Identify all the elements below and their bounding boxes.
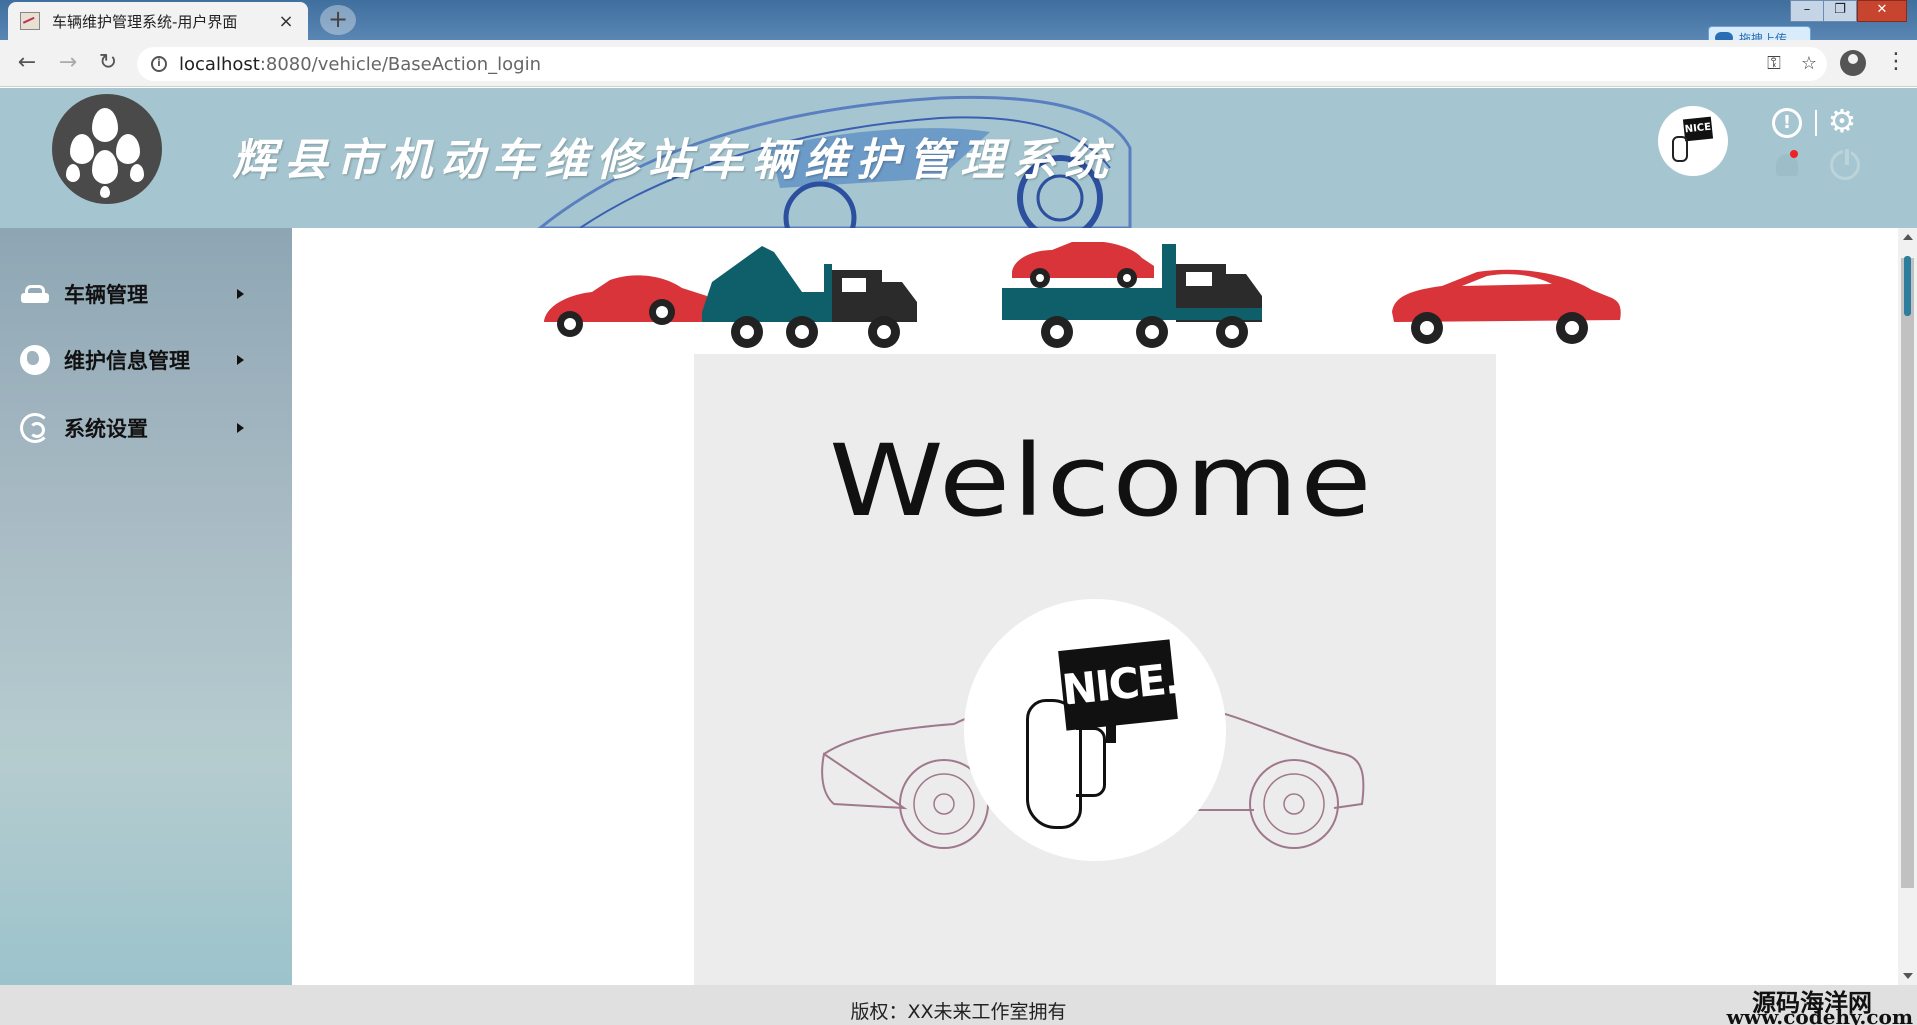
url-text: localhost:8080/vehicle/BaseAction_login — [179, 54, 541, 75]
sidebar-item-label: 系统设置 — [64, 417, 148, 441]
red-car-graphic — [1392, 269, 1621, 344]
caret-right-icon — [237, 289, 244, 299]
restore-button[interactable]: ❐ — [1823, 0, 1857, 22]
browser-tab-strip: 车辆维护管理系统-用户界面 × + – ❐ ✕ 拖拽上传 — [0, 0, 1917, 50]
scroll-up-icon[interactable] — [1903, 234, 1913, 240]
key-icon[interactable]: ⚿ — [1767, 53, 1781, 74]
bookmark-star-icon[interactable]: ☆ — [1801, 53, 1817, 74]
sidebar-item-system-settings[interactable]: 系统设置 — [0, 400, 292, 456]
sidebar: 车辆管理 维护信息管理 系统设置 — [0, 228, 292, 985]
scrollbar-thumb[interactable] — [1901, 258, 1914, 888]
back-button[interactable]: ← — [14, 50, 40, 76]
url-host: localhost — [179, 53, 260, 75]
profile-avatar-icon[interactable] — [1840, 50, 1866, 76]
alert-icon[interactable]: ! — [1772, 108, 1802, 138]
forward-button[interactable]: → — [55, 50, 81, 76]
swirl-icon — [20, 413, 50, 443]
header-divider — [1815, 110, 1817, 136]
sidebar-item-maintenance-info[interactable]: 维护信息管理 — [0, 332, 292, 388]
sidebar-item-label: 维护信息管理 — [64, 349, 190, 373]
nice-badge: NICE. — [964, 599, 1226, 861]
omnibox-actions: ⚿ ☆ — [1767, 53, 1817, 74]
address-bar-row: ← → ↻ i localhost:8080/vehicle/BaseActio… — [0, 40, 1917, 87]
caret-right-icon — [237, 423, 244, 433]
reload-button[interactable]: ↻ — [95, 50, 121, 76]
tab-close-icon[interactable]: × — [276, 11, 296, 32]
site-info-icon[interactable]: i — [151, 56, 167, 72]
scrollbar-indicator — [1904, 256, 1911, 316]
car-icon — [20, 279, 50, 309]
thumbs-up-icon — [1672, 136, 1688, 162]
page-scrollbar[interactable] — [1898, 228, 1917, 985]
main-content: Welcome NICE. — [292, 228, 1898, 985]
url-path: :8080/vehicle/BaseAction_login — [259, 53, 541, 75]
avatar-sign: NICE — [1682, 116, 1714, 142]
caret-right-icon — [237, 355, 244, 365]
watermark-url: www.codehy.com — [1726, 1005, 1913, 1025]
scroll-down-icon[interactable] — [1903, 973, 1913, 979]
flatbed-truck-graphic — [1002, 242, 1262, 348]
sidebar-item-vehicle-management[interactable]: 车辆管理 — [0, 266, 292, 322]
tow-truck-1-graphic — [702, 246, 917, 348]
sidebar-item-label: 车辆管理 — [64, 283, 148, 307]
thumbs-up-hand-icon — [1026, 699, 1082, 829]
url-input[interactable]: i localhost:8080/vehicle/BaseAction_logi… — [137, 47, 1827, 81]
new-tab-button[interactable]: + — [320, 5, 356, 35]
app-logo — [52, 94, 162, 204]
close-window-button[interactable]: ✕ — [1857, 0, 1907, 22]
gear-icon[interactable]: ⚙ — [1827, 105, 1857, 137]
minimize-button[interactable]: – — [1790, 0, 1824, 22]
welcome-heading: Welcome — [829, 424, 1374, 539]
favicon-icon — [20, 12, 40, 30]
app-header: 辉县市机动车维修站车辆维护管理系统 NICE ! ⚙ — [0, 88, 1917, 228]
tow-truck-banner — [544, 242, 1621, 348]
footer: 版权：XX未来工作室拥有 — [0, 985, 1917, 1025]
browser-menu-icon[interactable]: ⋮ — [1885, 48, 1907, 76]
bell-icon[interactable] — [1772, 150, 1802, 180]
browser-tab[interactable]: 车辆维护管理系统-用户界面 × — [8, 2, 308, 40]
power-icon[interactable] — [1830, 147, 1860, 180]
towed-car-graphic — [544, 275, 708, 337]
welcome-panel: Welcome NICE. — [694, 354, 1496, 985]
tab-title: 车辆维护管理系统-用户界面 — [52, 12, 238, 31]
globe-icon — [20, 345, 50, 375]
copyright-text: 版权：XX未来工作室拥有 — [850, 1001, 1067, 1023]
notification-dot — [1790, 150, 1798, 158]
app-title: 辉县市机动车维修站车辆维护管理系统 — [232, 135, 1116, 186]
user-avatar[interactable]: NICE — [1658, 106, 1728, 176]
